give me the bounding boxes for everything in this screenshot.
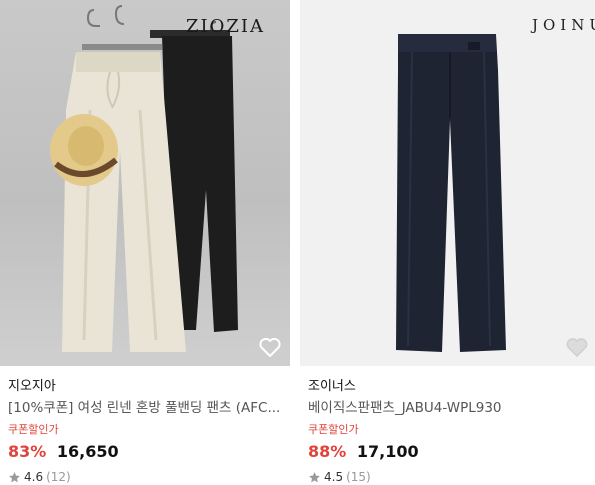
product-image[interactable]: JOINU (300, 0, 595, 366)
star-icon (309, 471, 320, 482)
product-info: 지오지아 [10%쿠폰] 여성 린넨 혼방 풀밴딩 팬츠 (AFC... 쿠폰할… (0, 366, 290, 485)
heart-outline-icon[interactable] (258, 336, 282, 358)
star-icon (9, 471, 20, 482)
discount-rate: 88% (308, 442, 347, 461)
linen-pants-photo (50, 5, 238, 352)
rating-summary: 4.6 (12) (8, 468, 290, 485)
product-title[interactable]: [10%쿠폰] 여성 린넨 혼방 풀밴딩 팬츠 (AFC... (8, 398, 290, 418)
rating-score: 4.5 (324, 470, 344, 484)
coupon-price-label: 쿠폰할인가 (8, 423, 59, 436)
heart-outline-icon[interactable] (565, 336, 589, 358)
navy-pants-photo (396, 34, 506, 352)
product-card[interactable]: JOINU 조이너스 베이직스판팬츠_JABU4-WPL930 쿠폰할인가 88… (300, 0, 595, 485)
rating-score: 4.6 (24, 470, 44, 484)
product-info: 조이너스 베이직스판팬츠_JABU4-WPL930 쿠폰할인가 88% 17,1… (300, 366, 595, 485)
rating-summary: 4.5 (15) (308, 468, 595, 485)
product-brand[interactable]: 조이너스 (308, 378, 595, 396)
brand-watermark: ZIOZIA (186, 16, 265, 37)
coupon-price-label: 쿠폰할인가 (308, 423, 359, 436)
review-count: (15) (346, 470, 371, 484)
review-count: (12) (46, 470, 71, 484)
sale-price: 17,100 (356, 442, 419, 461)
product-grid: ZIOZIA 지오지아 [10%쿠폰] 여성 린넨 혼방 풀밴딩 팬츠 (AFC… (0, 0, 595, 485)
price-row: 88% 17,100 (308, 440, 595, 464)
discount-rate: 83% (8, 442, 47, 461)
price-row: 83% 16,650 (8, 440, 290, 464)
product-card[interactable]: ZIOZIA 지오지아 [10%쿠폰] 여성 린넨 혼방 풀밴딩 팬츠 (AFC… (0, 0, 290, 485)
sale-price: 16,650 (56, 442, 119, 461)
product-image[interactable]: ZIOZIA (0, 0, 290, 366)
brand-watermark: JOINU (532, 16, 595, 34)
product-title[interactable]: 베이직스판팬츠_JABU4-WPL930 (308, 398, 595, 418)
product-brand[interactable]: 지오지아 (8, 378, 290, 396)
